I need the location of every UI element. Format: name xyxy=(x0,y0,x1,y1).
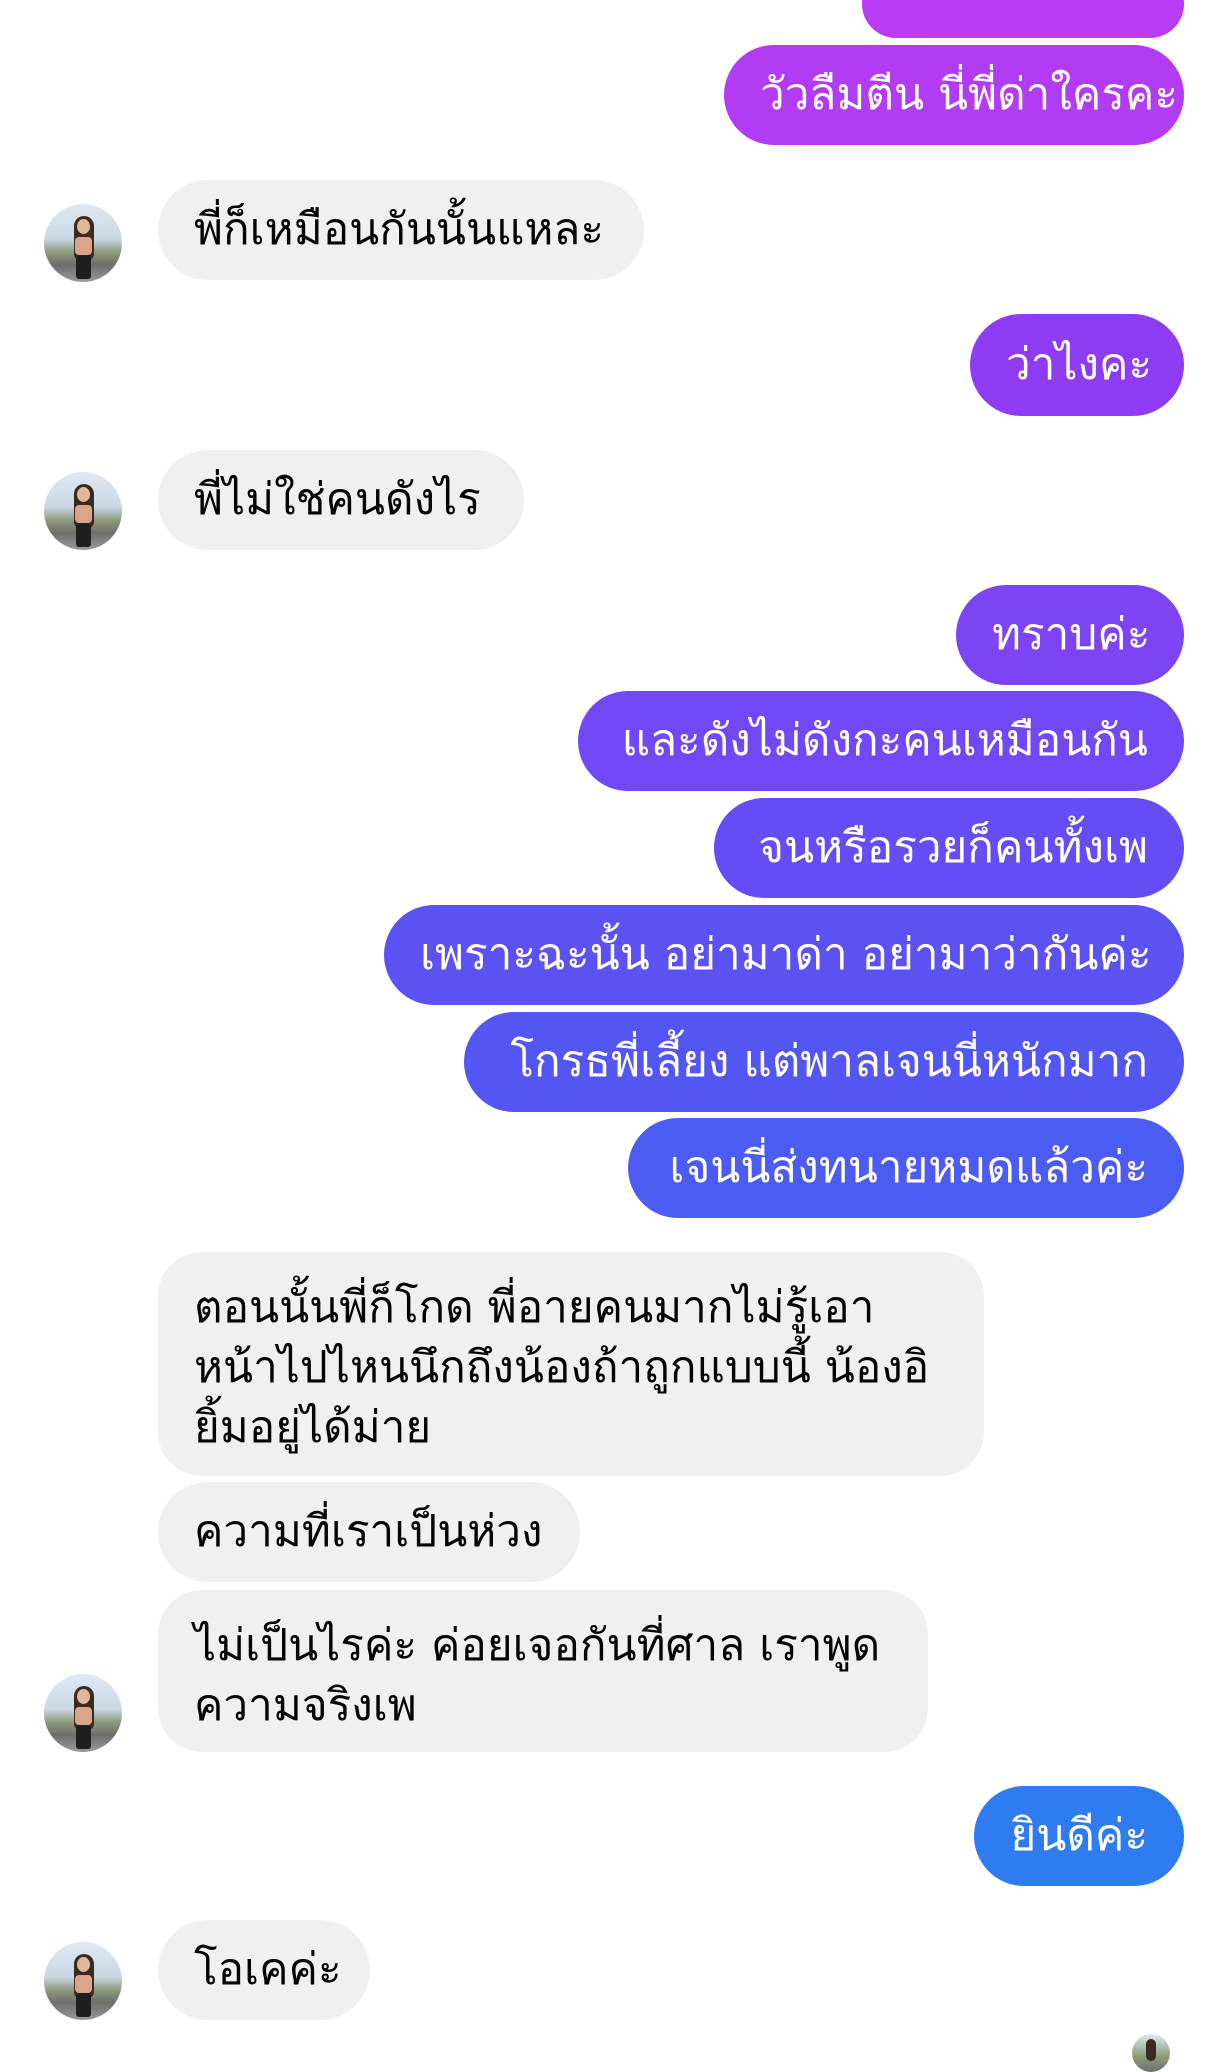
message-bubble-incoming[interactable]: ความที่เราเป็นห่วง xyxy=(158,1482,580,1582)
message-bubble-outgoing[interactable]: โกรธพี่เลี้ยง แต่พาลเจนนี่หนักมาก xyxy=(464,1012,1184,1112)
message-bubble-outgoing[interactable]: ทราบค่ะ xyxy=(956,585,1184,685)
sender-avatar[interactable] xyxy=(44,1674,122,1752)
message-bubble-incoming[interactable]: พี่ก็เหมือนกันนั้นแหละ xyxy=(158,180,644,280)
sender-avatar[interactable] xyxy=(44,472,122,550)
message-bubble-outgoing[interactable]: เพราะฉะนั้น อย่ามาด่า อย่ามาว่ากันค่ะ xyxy=(384,905,1184,1005)
message-bubble-outgoing[interactable]: จนหรือรวยก็คนทั้งเพ xyxy=(714,798,1184,898)
message-bubble-outgoing[interactable]: ยินดีค่ะ xyxy=(974,1786,1184,1886)
message-bubble-incoming[interactable]: ตอนนั้นพี่ก็โกด พี่อายคนมากไม่รู้เอาหน้า… xyxy=(158,1252,984,1476)
message-bubble-outgoing[interactable]: วัวลืมตีน นี่พี่ด่าใครคะ xyxy=(724,45,1184,145)
sender-avatar[interactable] xyxy=(44,204,122,282)
message-bubble-incoming[interactable]: โอเคค่ะ xyxy=(158,1920,370,2020)
message-bubble-outgoing[interactable]: ว่าไงคะ xyxy=(970,314,1184,416)
sender-avatar[interactable] xyxy=(44,1942,122,2020)
message-bubble-outgoing[interactable]: เจนนี่ส่งทนายหมดแล้วค่ะ xyxy=(628,1118,1184,1218)
seen-receipt-avatar-icon xyxy=(1132,2034,1170,2072)
message-bubble-incoming[interactable]: ไม่เป็นไรค่ะ ค่อยเจอกันที่ศาล เราพูดความ… xyxy=(158,1590,928,1752)
message-bubble-outgoing[interactable]: และดังไม่ดังกะคนเหมือนกัน xyxy=(578,691,1184,791)
message-bubble-incoming[interactable]: พี่ไม่ใช่คนดังไร xyxy=(158,450,524,550)
message-bubble-outgoing[interactable] xyxy=(862,0,1184,38)
